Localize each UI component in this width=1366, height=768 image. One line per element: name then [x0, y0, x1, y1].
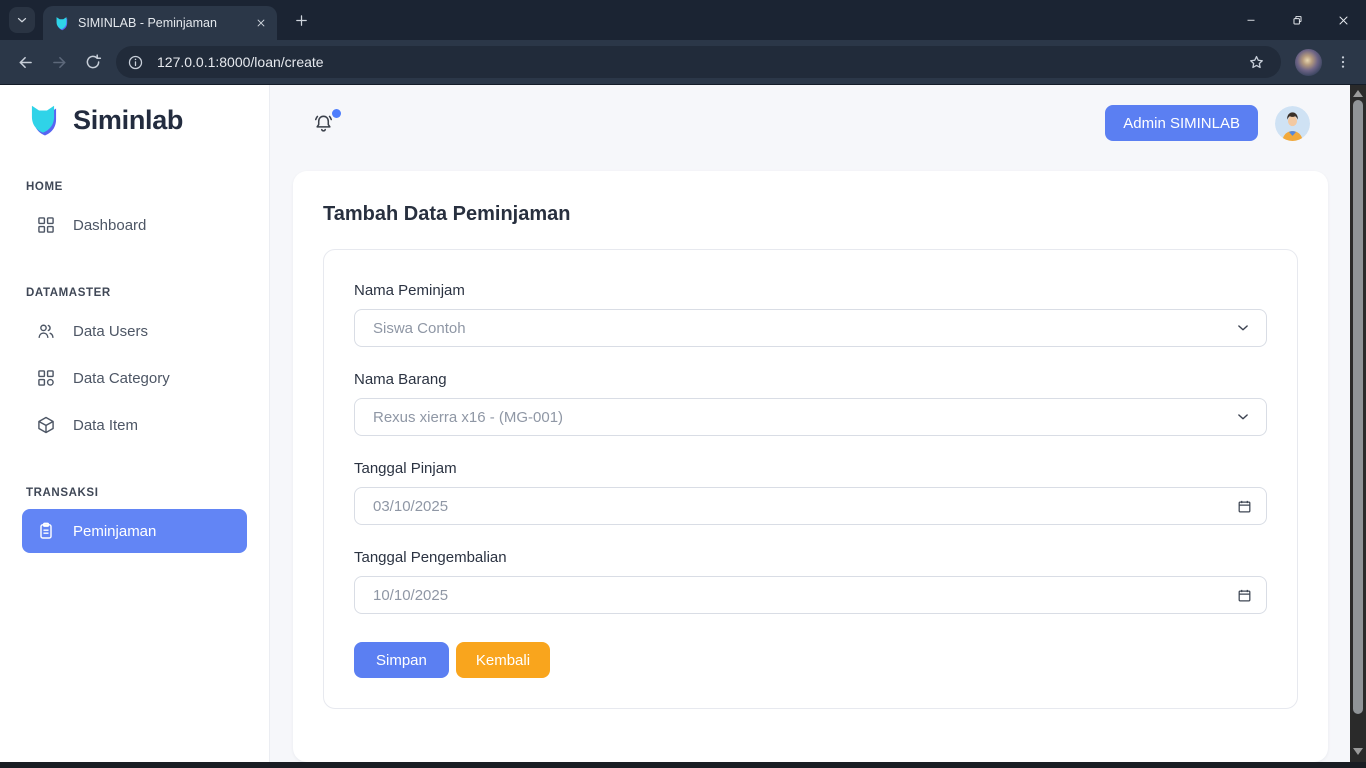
tab-search-button[interactable]	[9, 7, 35, 33]
window-bottom-edge	[0, 762, 1366, 768]
tanggal-pinjam-input[interactable]: 03/10/2025	[354, 487, 1267, 525]
nama-peminjam-select[interactable]: Siswa Contoh	[354, 309, 1267, 347]
browser-toolbar: 127.0.0.1:8000/loan/create	[0, 40, 1366, 85]
restore-button[interactable]	[1274, 0, 1320, 40]
user-avatar[interactable]	[1275, 106, 1310, 141]
scrollbar-up-arrow[interactable]	[1353, 90, 1363, 97]
page-viewport: Siminlab HOME Dashboard DATAMASTER Data …	[0, 85, 1366, 762]
sidebar-item-data-users[interactable]: Data Users	[22, 309, 247, 353]
calendar-icon[interactable]	[1237, 588, 1252, 603]
save-button[interactable]: Simpan	[354, 642, 449, 678]
page-scrollbar[interactable]	[1350, 85, 1366, 762]
kebab-menu-icon	[1335, 54, 1351, 70]
sidebar-item-data-category[interactable]: Data Category	[22, 356, 247, 400]
category-icon	[35, 368, 57, 388]
field-label: Tanggal Pengembalian	[354, 549, 1267, 566]
page-card: Tambah Data Peminjaman Nama Peminjam Sis…	[293, 171, 1328, 762]
page-title: Tambah Data Peminjaman	[323, 203, 1298, 226]
dashboard-icon	[35, 215, 57, 235]
address-bar[interactable]: 127.0.0.1:8000/loan/create	[116, 46, 1281, 78]
date-value: 03/10/2025	[373, 498, 1237, 515]
chevron-down-icon	[15, 13, 29, 27]
brand[interactable]: Siminlab	[22, 99, 247, 141]
new-tab-button[interactable]	[287, 6, 315, 34]
reload-icon	[84, 53, 102, 71]
section-label-datamaster: DATAMASTER	[26, 287, 243, 299]
loan-form: Nama Peminjam Siswa Contoh Nama Barang R…	[323, 249, 1298, 709]
users-icon	[35, 321, 57, 341]
chevron-down-icon	[1234, 408, 1252, 426]
forward-button[interactable]	[42, 45, 76, 79]
calendar-icon[interactable]	[1237, 499, 1252, 514]
nama-barang-select[interactable]: Rexus xierra x16 - (MG-001)	[354, 398, 1267, 436]
section-label-home: HOME	[26, 181, 243, 193]
scrollbar-down-arrow[interactable]	[1353, 748, 1363, 755]
clipboard-icon	[35, 521, 57, 541]
brand-name: Siminlab	[73, 105, 183, 136]
section-label-transaksi: TRANSAKSI	[26, 487, 243, 499]
sidebar-item-data-item[interactable]: Data Item	[22, 403, 247, 447]
close-window-button[interactable]	[1320, 0, 1366, 40]
field-nama-barang: Nama Barang Rexus xierra x16 - (MG-001)	[354, 371, 1267, 436]
sidebar-item-label: Data Users	[73, 323, 148, 340]
window-controls	[1228, 0, 1366, 40]
browser-window: SIMINLAB - Peminjaman	[0, 0, 1366, 768]
favicon-cat-icon	[53, 15, 70, 32]
form-actions: Simpan Kembali	[354, 642, 1267, 678]
field-label: Tanggal Pinjam	[354, 460, 1267, 477]
forward-arrow-icon	[50, 53, 69, 72]
field-nama-peminjam: Nama Peminjam Siswa Contoh	[354, 282, 1267, 347]
browser-tabbar: SIMINLAB - Peminjaman	[0, 0, 1366, 40]
admin-button[interactable]: Admin SIMINLAB	[1105, 105, 1258, 141]
browser-menu-button[interactable]	[1328, 47, 1358, 77]
sidebar-item-label: Data Category	[73, 370, 170, 387]
app-header: Admin SIMINLAB	[270, 85, 1350, 161]
back-arrow-icon	[16, 53, 35, 72]
minimize-icon	[1245, 14, 1257, 26]
select-value: Siswa Contoh	[373, 320, 1234, 337]
notification-button[interactable]	[312, 112, 335, 135]
notification-dot	[332, 109, 341, 118]
browser-profile-avatar[interactable]	[1295, 49, 1322, 76]
browser-tab[interactable]: SIMINLAB - Peminjaman	[43, 6, 277, 40]
tab-title: SIMINLAB - Peminjaman	[78, 16, 251, 30]
reload-button[interactable]	[76, 45, 110, 79]
sidebar-item-label: Peminjaman	[73, 523, 156, 540]
date-value: 10/10/2025	[373, 587, 1237, 604]
sidebar: Siminlab HOME Dashboard DATAMASTER Data …	[0, 85, 270, 762]
sidebar-item-peminjaman[interactable]: Peminjaman	[22, 509, 247, 553]
tab-close-icon[interactable]	[251, 13, 271, 33]
back-button[interactable]	[8, 45, 42, 79]
bookmark-star-icon[interactable]	[1243, 49, 1269, 75]
sidebar-item-dashboard[interactable]: Dashboard	[22, 203, 247, 247]
sidebar-item-label: Data Item	[73, 417, 138, 434]
tanggal-pengembalian-input[interactable]: 10/10/2025	[354, 576, 1267, 614]
main-content: Admin SIMINLAB Tambah Data Peminjaman N	[270, 85, 1350, 762]
chevron-down-icon	[1234, 319, 1252, 337]
siminlab-logo-icon	[24, 101, 62, 139]
site-info-icon[interactable]	[123, 50, 147, 74]
field-tanggal-pengembalian: Tanggal Pengembalian 10/10/2025	[354, 549, 1267, 614]
close-icon	[1337, 14, 1350, 27]
sidebar-item-label: Dashboard	[73, 217, 146, 234]
minimize-button[interactable]	[1228, 0, 1274, 40]
restore-icon	[1291, 14, 1304, 27]
select-value: Rexus xierra x16 - (MG-001)	[373, 409, 1234, 426]
field-label: Nama Peminjam	[354, 282, 1267, 299]
back-button-form[interactable]: Kembali	[456, 642, 550, 678]
box-icon	[35, 415, 57, 435]
field-label: Nama Barang	[354, 371, 1267, 388]
field-tanggal-pinjam: Tanggal Pinjam 03/10/2025	[354, 460, 1267, 525]
url-text[interactable]: 127.0.0.1:8000/loan/create	[157, 54, 1243, 70]
scrollbar-thumb[interactable]	[1353, 100, 1363, 714]
plus-icon	[294, 13, 309, 28]
